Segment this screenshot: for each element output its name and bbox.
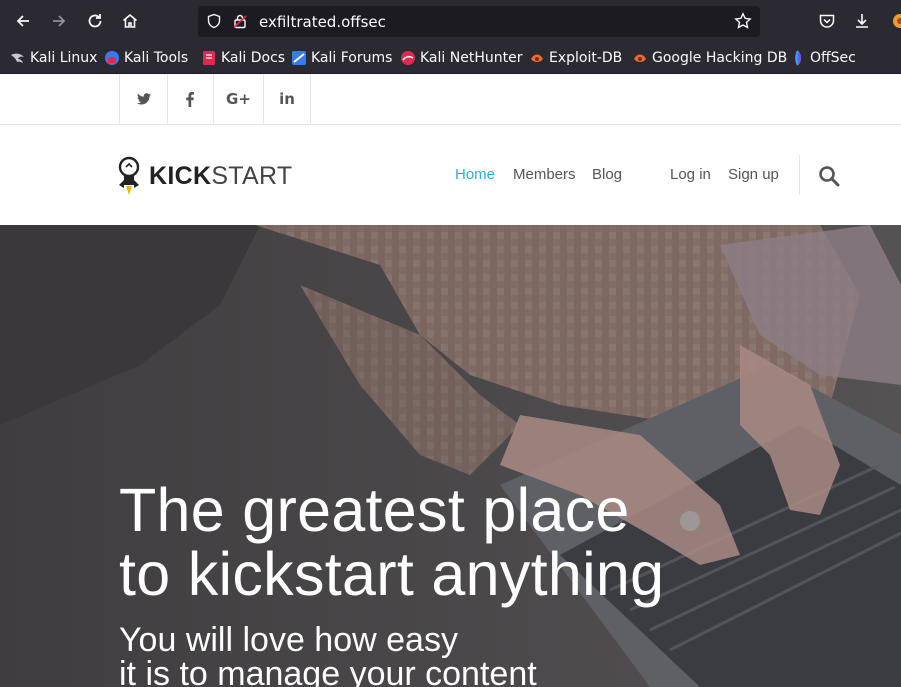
googleplus-link[interactable]: G+ <box>214 74 264 124</box>
extension-icon <box>893 14 901 28</box>
kali-tools-icon <box>105 51 119 65</box>
facebook-icon <box>186 91 194 107</box>
kali-forums-icon <box>292 51 306 65</box>
nav-divider <box>799 155 800 195</box>
ghdb-icon <box>634 54 646 62</box>
url-text[interactable]: exfiltrated.offsec <box>259 13 386 31</box>
pocket-icon <box>819 14 835 28</box>
arrow-left-icon <box>16 15 29 27</box>
download-icon <box>856 14 868 28</box>
extension-button[interactable] <box>885 8 901 34</box>
shield-icon[interactable] <box>206 13 222 29</box>
bookmark-kali-linux[interactable]: Kali Linux <box>10 48 97 68</box>
bookmark-label: OffSec <box>810 50 856 66</box>
bookmark-label: Kali Forums <box>311 50 393 66</box>
home-icon <box>122 13 138 28</box>
hero-title: The greatest place to kickstart anything <box>119 478 664 606</box>
twitter-link[interactable] <box>119 74 168 124</box>
logo-text: KICKSTART <box>149 162 292 191</box>
nav-members[interactable]: Members <box>513 166 576 183</box>
bookmark-label: Kali Tools <box>124 50 189 66</box>
reload-button[interactable] <box>82 8 108 34</box>
hero-section: The greatest place to kickstart anything… <box>0 225 901 687</box>
browser-toolbar: exfiltrated.offsec <box>0 0 901 43</box>
logo-text-light: START <box>211 161 293 190</box>
forward-button[interactable] <box>46 8 72 34</box>
facebook-link[interactable] <box>167 74 214 124</box>
bookmarks-bar: Kali Linux Kali Tools Kali Docs Kali For… <box>0 43 901 74</box>
bookmark-kali-nethunter[interactable]: Kali NetHunter <box>400 48 522 68</box>
bookmark-label: Exploit-DB <box>549 50 623 66</box>
bookmark-kali-docs[interactable]: Kali Docs <box>201 48 285 68</box>
back-button[interactable] <box>10 8 36 34</box>
site-logo[interactable]: KICKSTART <box>115 155 292 197</box>
nav-home[interactable]: Home <box>455 166 495 183</box>
search-icon[interactable] <box>818 165 840 187</box>
hero-title-line-2: to kickstart anything <box>119 540 665 608</box>
nav-login[interactable]: Log in <box>670 166 711 183</box>
nav-signup[interactable]: Sign up <box>728 166 779 183</box>
logo-text-bold: KICK <box>149 161 212 190</box>
hero-subtitle-line-1: You will love how easy <box>119 621 458 659</box>
linkedin-link[interactable]: in <box>264 74 311 124</box>
rocket-bulb-logo-icon <box>118 156 140 195</box>
bookmark-exploit-db[interactable]: Exploit-DB <box>529 48 622 68</box>
site-header: KICKSTART Home Members Blog Log in Sign … <box>0 125 901 225</box>
lock-insecure-icon[interactable] <box>232 13 248 29</box>
nav-blog[interactable]: Blog <box>592 166 622 183</box>
bookmark-offsec[interactable]: OffSec <box>790 48 856 68</box>
bookmark-kali-tools[interactable]: Kali Tools <box>104 48 188 68</box>
bookmark-label: Google Hacking DB <box>652 50 788 66</box>
social-bar: G+ in <box>0 74 901 125</box>
bookmark-label: Kali Docs <box>221 50 286 66</box>
bookmark-label: Kali NetHunter <box>420 50 523 66</box>
googleplus-icon: G+ <box>226 90 251 108</box>
linkedin-icon: in <box>279 90 295 108</box>
downloads-button[interactable] <box>849 8 875 34</box>
hero-subtitle: You will love how easy it is to manage y… <box>119 623 537 687</box>
nethunter-icon <box>401 51 415 65</box>
twitter-icon <box>136 93 151 105</box>
bookmark-google-hacking-db[interactable]: Google Hacking DB <box>632 48 787 68</box>
bookmark-kali-forums[interactable]: Kali Forums <box>291 48 392 68</box>
exploit-db-icon <box>531 54 543 62</box>
offsec-icon <box>795 50 801 66</box>
hero-background-image <box>0 225 901 687</box>
home-button[interactable] <box>117 8 143 34</box>
bookmark-label: Kali Linux <box>30 50 98 66</box>
kali-docs-icon <box>203 51 215 65</box>
arrow-right-icon <box>53 15 66 27</box>
pocket-button[interactable] <box>814 8 840 34</box>
kali-dragon-icon <box>11 53 24 63</box>
url-bar[interactable]: exfiltrated.offsec <box>198 6 760 37</box>
hero-subtitle-line-2: it is to manage your content <box>119 655 537 687</box>
hero-title-line-1: The greatest place <box>119 476 630 544</box>
reload-icon <box>88 14 102 28</box>
bookmark-star-icon[interactable] <box>734 12 752 30</box>
